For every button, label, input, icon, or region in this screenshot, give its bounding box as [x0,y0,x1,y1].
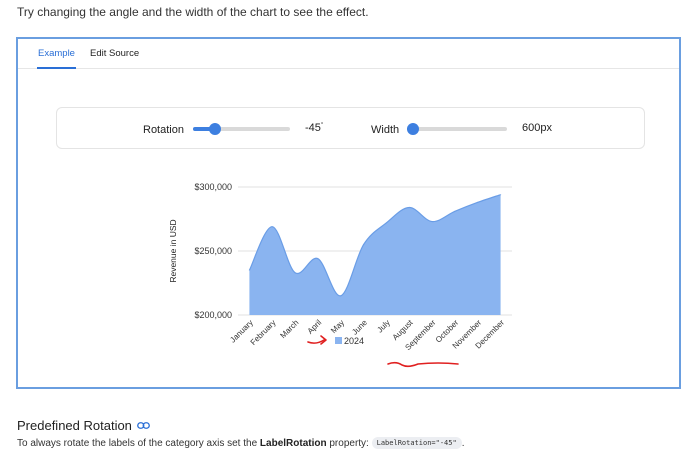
legend-swatch [335,337,342,344]
x-tick-label: May [329,318,346,335]
x-tick-label: July [375,318,391,334]
data-point [408,206,410,209]
data-point [362,244,365,246]
data-point [477,201,479,203]
legend-label: 2024 [344,336,364,346]
code-snippet: LabelRotation="-45" [371,437,462,449]
data-point [340,295,342,297]
y-tick-label: $200,000 [194,310,232,320]
data-point [499,194,502,196]
data-point [385,222,388,224]
desc-text-2: property: [326,438,372,449]
data-point [454,210,456,212]
section-heading: Predefined Rotation [17,418,150,433]
x-tick-label: June [350,318,369,337]
link-icon[interactable] [137,421,150,430]
y-axis-title: Revenue in USD [168,219,178,282]
annotation-underline [387,361,459,368]
data-point [431,220,433,223]
revenue-area-chart: $200,000$250,000$300,000Revenue in USDJa… [168,182,512,368]
desc-text: To always rotate the labels of the categ… [17,438,260,449]
x-tick-label: April [306,318,324,336]
desc-property: LabelRotation [259,438,327,449]
area-series-2024 [249,194,501,315]
y-tick-label: $300,000 [194,182,232,192]
data-point [294,272,296,274]
data-point [317,258,319,260]
data-point [271,226,273,228]
data-point [248,269,251,271]
desc-end: . [461,438,465,449]
section-description: To always rotate the labels of the categ… [17,437,465,449]
x-tick-label: February [249,318,278,347]
x-tick-label: March [278,318,300,340]
section-title: Predefined Rotation [17,418,132,433]
y-tick-label: $250,000 [194,246,232,256]
